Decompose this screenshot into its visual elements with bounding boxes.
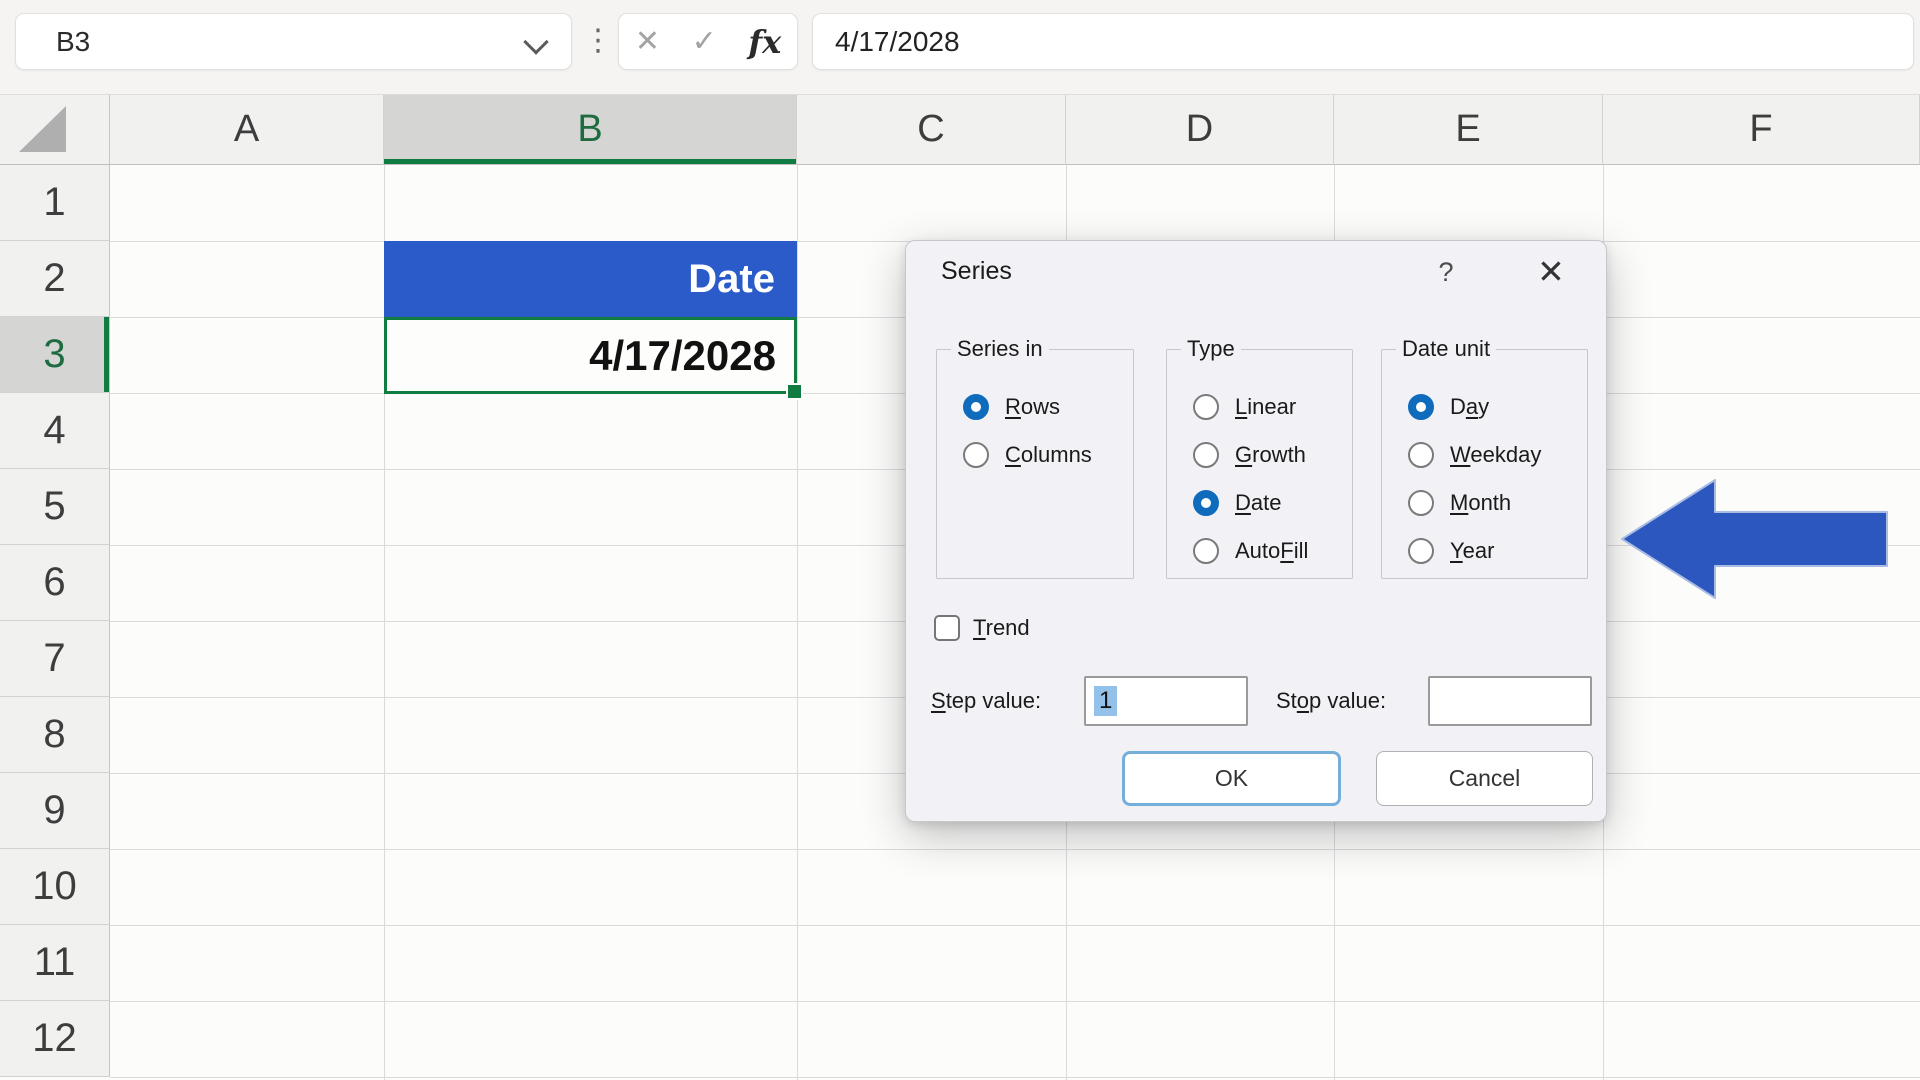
- pointer-arrow: [1620, 479, 1890, 601]
- dialog-title: Series: [941, 257, 1012, 286]
- step-value-text: 1: [1094, 686, 1117, 716]
- row-header-11[interactable]: 11: [0, 925, 110, 1001]
- radio-label: Day: [1450, 394, 1489, 420]
- column-header-F[interactable]: F: [1603, 95, 1920, 165]
- radio-year[interactable]: Year: [1408, 527, 1585, 575]
- radio-weekday[interactable]: Weekday: [1408, 431, 1585, 479]
- row-header-10[interactable]: 10: [0, 849, 110, 925]
- column-header-A[interactable]: A: [110, 95, 384, 165]
- row-header-8[interactable]: 8: [0, 697, 110, 773]
- radio-month[interactable]: Month: [1408, 479, 1585, 527]
- name-box-value: B3: [56, 26, 90, 58]
- grid-line: [110, 1001, 1920, 1002]
- radio-icon: [1408, 394, 1434, 420]
- row-header-5[interactable]: 5: [0, 469, 110, 545]
- name-box[interactable]: B3: [15, 13, 572, 70]
- group-date-unit: Date unit DayWeekdayMonthYear: [1381, 349, 1588, 579]
- radio-icon: [1408, 442, 1434, 468]
- row-header-12[interactable]: 12: [0, 1001, 110, 1077]
- cell-B2[interactable]: Date: [384, 241, 797, 317]
- fill-handle[interactable]: [786, 383, 803, 400]
- radio-icon: [963, 442, 989, 468]
- row-header-7[interactable]: 7: [0, 621, 110, 697]
- radio-label: Linear: [1235, 394, 1296, 420]
- grid-line: [797, 165, 798, 1080]
- radio-label: Month: [1450, 490, 1511, 516]
- radio-date[interactable]: Date: [1193, 479, 1350, 527]
- radio-icon: [1193, 394, 1219, 420]
- grid-line: [110, 1077, 1920, 1078]
- radio-label: Weekday: [1450, 442, 1541, 468]
- radio-columns[interactable]: Columns: [963, 431, 1131, 479]
- radio-icon: [1193, 442, 1219, 468]
- step-value-label: Step value:: [931, 688, 1041, 714]
- row-header-3[interactable]: 3: [0, 317, 110, 393]
- column-header-E[interactable]: E: [1334, 95, 1603, 165]
- row-header-2[interactable]: 2: [0, 241, 110, 317]
- radio-icon: [1408, 538, 1434, 564]
- radio-icon: [1408, 490, 1434, 516]
- grid-line: [110, 925, 1920, 926]
- formula-value: 4/17/2028: [835, 26, 960, 58]
- select-all-triangle-icon: [0, 95, 110, 165]
- ok-button[interactable]: OK: [1122, 751, 1341, 806]
- step-value-input[interactable]: 1: [1084, 676, 1248, 726]
- stop-value-label: Stop value:: [1276, 688, 1386, 714]
- radio-autofill[interactable]: AutoFill: [1193, 527, 1350, 575]
- confirm-icon[interactable]: ✓: [692, 24, 717, 59]
- radio-icon: [1193, 538, 1219, 564]
- radio-linear[interactable]: Linear: [1193, 383, 1350, 431]
- radio-label: Columns: [1005, 442, 1092, 468]
- row-header-6[interactable]: 6: [0, 545, 110, 621]
- group-type: Type LinearGrowthDateAutoFill: [1166, 349, 1353, 579]
- more-icon: ⋮: [583, 13, 613, 68]
- row-header-1[interactable]: 1: [0, 165, 110, 241]
- radio-label: Growth: [1235, 442, 1306, 468]
- row-header-4[interactable]: 4: [0, 393, 110, 469]
- radio-label: Date: [1235, 490, 1281, 516]
- trend-label: Trend: [973, 615, 1030, 641]
- cell-B3-value: 4/17/2028: [589, 332, 776, 380]
- group-type-label: Type: [1181, 336, 1241, 362]
- formula-bar: B3 ⋮ ✕ ✓ fx 4/17/2028: [0, 0, 1920, 95]
- radio-label: Rows: [1005, 394, 1060, 420]
- trend-checkbox[interactable]: Trend: [934, 615, 1030, 641]
- group-series-in-label: Series in: [951, 336, 1049, 362]
- column-header-D[interactable]: D: [1066, 95, 1334, 165]
- fx-icon[interactable]: fx: [748, 23, 781, 61]
- group-series-in: Series in RowsColumns: [936, 349, 1134, 579]
- radio-label: AutoFill: [1235, 538, 1308, 564]
- group-date-unit-label: Date unit: [1396, 336, 1496, 362]
- select-all-corner[interactable]: [0, 95, 110, 165]
- help-icon[interactable]: ?: [1426, 257, 1466, 288]
- cancel-button[interactable]: Cancel: [1376, 751, 1593, 806]
- radio-growth[interactable]: Growth: [1193, 431, 1350, 479]
- column-header-B[interactable]: B: [384, 95, 797, 165]
- radio-day[interactable]: Day: [1408, 383, 1585, 431]
- checkbox-icon: [934, 615, 960, 641]
- radio-rows[interactable]: Rows: [963, 383, 1131, 431]
- chevron-down-icon[interactable]: [523, 29, 548, 54]
- formula-buttons: ✕ ✓ fx: [618, 13, 798, 70]
- formula-input[interactable]: 4/17/2028: [812, 13, 1914, 70]
- cancel-icon[interactable]: ✕: [635, 24, 660, 59]
- radio-label: Year: [1450, 538, 1494, 564]
- column-header-C[interactable]: C: [797, 95, 1066, 165]
- radio-icon: [1193, 490, 1219, 516]
- grid-line: [110, 849, 1920, 850]
- series-dialog: Series ? ✕ Series in Rows Columns Type Li…: [905, 240, 1607, 822]
- stop-value-input[interactable]: [1428, 676, 1592, 726]
- close-icon[interactable]: ✕: [1528, 252, 1574, 291]
- radio-icon: [963, 394, 989, 420]
- row-header-9[interactable]: 9: [0, 773, 110, 849]
- cell-B3[interactable]: 4/17/2028: [384, 317, 797, 394]
